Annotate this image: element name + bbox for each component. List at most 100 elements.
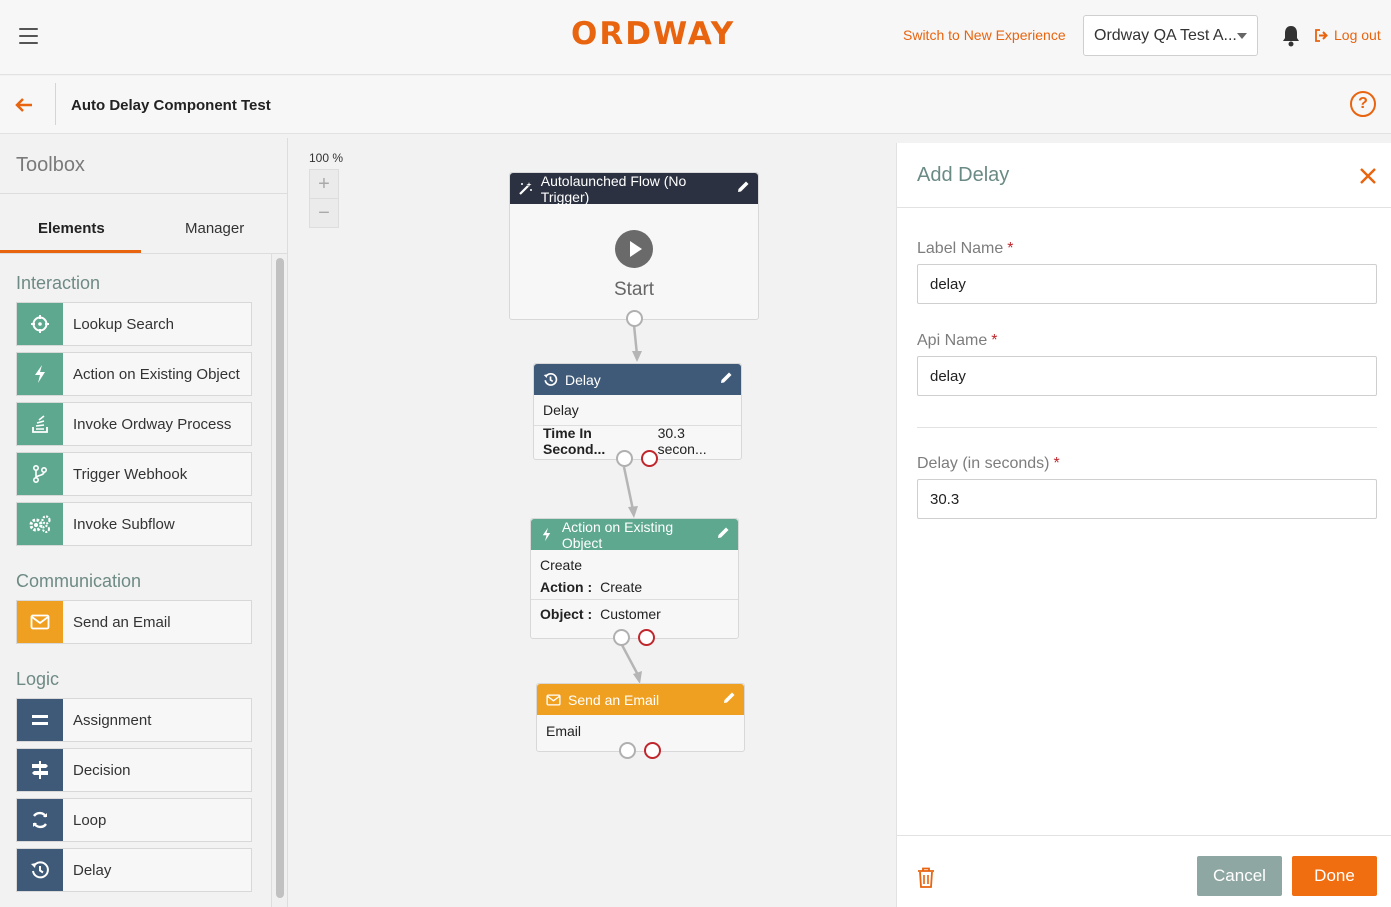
logout-link[interactable]: Log out (1314, 27, 1381, 43)
delay-node-title: Delay (565, 371, 601, 388)
action-fault-port[interactable] (638, 629, 655, 646)
action-node-header: Action on Existing Object (531, 518, 738, 551)
page-header: Auto Delay Component Test ? (0, 76, 1391, 134)
signpost-icon (17, 749, 63, 791)
action-value: Create (600, 579, 643, 595)
lightning-icon (17, 353, 63, 395)
toolbox-tabs: Elements Manager (0, 208, 287, 254)
delay-seconds-label: Delay (in seconds) * (917, 455, 1060, 473)
tool-label: Invoke Subflow (73, 515, 175, 533)
email-node-title: Send an Email (568, 691, 660, 708)
envelope-icon (545, 692, 561, 708)
toolbox-divider (0, 193, 287, 194)
tab-elements[interactable]: Elements (38, 220, 105, 237)
label-name-text: Label Name (917, 240, 1004, 257)
delay-field-label: Time In Second... (543, 425, 606, 457)
tool-label: Loop (73, 811, 107, 829)
delay-seconds-input[interactable]: 30.3 (917, 479, 1377, 519)
delay-node[interactable]: Delay Delay Time In Second... 30.3 secon… (533, 363, 742, 467)
tool-send-email[interactable]: Send an Email (16, 600, 252, 644)
edit-pencil-icon[interactable] (719, 371, 733, 388)
toolbox-panel: Toolbox Elements Manager Interaction Loo… (0, 138, 288, 907)
action-node-type: Create (540, 556, 583, 573)
toolbox-scrollbar[interactable] (271, 254, 287, 907)
start-node[interactable]: Autolaunched Flow (No Trigger) Start (509, 172, 759, 327)
scrollbar-thumb[interactable] (276, 258, 284, 898)
object-value: Customer (600, 606, 661, 622)
action-output-port[interactable] (613, 629, 630, 646)
add-delay-panel: Add Delay Label Name * delay Api Name * de… (896, 143, 1391, 907)
email-node-type: Email (546, 723, 582, 739)
tool-decision[interactable]: Decision (16, 748, 252, 792)
email-output-port[interactable] (619, 742, 636, 759)
tool-delay[interactable]: Delay (16, 848, 252, 892)
action-label: Action : (540, 579, 593, 595)
tool-action-existing-object[interactable]: Action on Existing Object (16, 352, 252, 396)
tool-label: Action on Existing Object (73, 365, 240, 383)
tool-label: Assignment (73, 711, 152, 729)
edit-pencil-icon[interactable] (716, 526, 730, 543)
start-label: Start (613, 279, 655, 300)
footer-divider (897, 835, 1391, 836)
envelope-icon (17, 601, 63, 643)
trash-icon[interactable] (917, 867, 935, 888)
flow-canvas[interactable]: 100 % + − Autolaunched Flow (No Trigger)… (289, 138, 895, 907)
tool-label: Send an Email (73, 613, 171, 631)
help-icon[interactable]: ? (1350, 91, 1376, 117)
lightning-icon (539, 527, 555, 543)
required-mark: * (1053, 455, 1060, 472)
api-name-label: Api Name * (917, 332, 997, 350)
switch-experience-link[interactable]: Switch to New Experience (903, 27, 1066, 43)
delay-fault-port[interactable] (641, 450, 658, 467)
delay-node-field: Time In Second... 30.3 secon... (534, 425, 741, 457)
tool-label: Trigger Webhook (73, 465, 188, 483)
section-interaction: Interaction (16, 273, 101, 293)
header-divider (55, 83, 56, 125)
edit-pencil-icon[interactable] (722, 691, 736, 708)
edit-pencil-icon[interactable] (736, 180, 750, 197)
delay-output-port[interactable] (616, 450, 633, 467)
close-icon[interactable] (1359, 167, 1377, 185)
delay-field-value: 30.3 secon... (657, 425, 707, 457)
back-arrow-icon[interactable] (14, 95, 34, 115)
label-name-input[interactable]: delay (917, 264, 1377, 304)
tool-trigger-webhook[interactable]: Trigger Webhook (16, 452, 252, 496)
tool-lookup-search[interactable]: Lookup Search (16, 302, 252, 346)
panel-divider (897, 207, 1391, 208)
start-output-port[interactable] (626, 310, 643, 327)
bell-icon[interactable] (1281, 25, 1301, 47)
delay-seconds-text: Delay (in seconds) (917, 455, 1050, 472)
api-name-input[interactable]: delay (917, 356, 1377, 396)
delay-node-header: Delay (534, 364, 741, 395)
done-button[interactable]: Done (1292, 856, 1377, 896)
hamburger-menu-icon[interactable] (19, 28, 38, 44)
tool-assignment[interactable]: Assignment (16, 698, 252, 742)
email-fault-port[interactable] (644, 742, 661, 759)
process-icon (17, 403, 63, 445)
crosshair-icon (17, 303, 63, 345)
label-name-label: Label Name * (917, 240, 1014, 258)
logout-label: Log out (1334, 27, 1381, 43)
tab-manager[interactable]: Manager (185, 220, 244, 237)
refresh-icon (17, 799, 63, 841)
history-icon (17, 849, 63, 891)
email-node[interactable]: Send an Email Email (536, 683, 745, 759)
required-mark: * (991, 332, 998, 349)
action-node-title: Action on Existing Object (561, 518, 674, 551)
panel-title: Add Delay (917, 164, 1010, 186)
toolbox-title: Toolbox (16, 154, 85, 176)
top-bar: ORDWAY Switch to New Experience Ordway Q… (0, 0, 1391, 75)
cancel-button[interactable]: Cancel (1197, 856, 1282, 896)
action-node-action: Action : Create (531, 575, 738, 600)
account-select[interactable]: Ordway QA Test A... (1083, 15, 1258, 56)
tool-invoke-subflow[interactable]: Invoke Subflow (16, 502, 252, 546)
action-node[interactable]: Action on Existing Object Create Action … (530, 518, 739, 646)
tool-invoke-ordway-process[interactable]: Invoke Ordway Process (16, 402, 252, 446)
tool-label: Invoke Ordway Process (73, 415, 232, 433)
account-select-value: Ordway QA Test A... (1094, 27, 1237, 44)
delay-node-type: Delay (534, 395, 741, 426)
tool-loop[interactable]: Loop (16, 798, 252, 842)
ordway-logo[interactable]: ORDWAY (571, 16, 735, 52)
play-icon (615, 230, 653, 268)
equals-icon (17, 699, 63, 741)
